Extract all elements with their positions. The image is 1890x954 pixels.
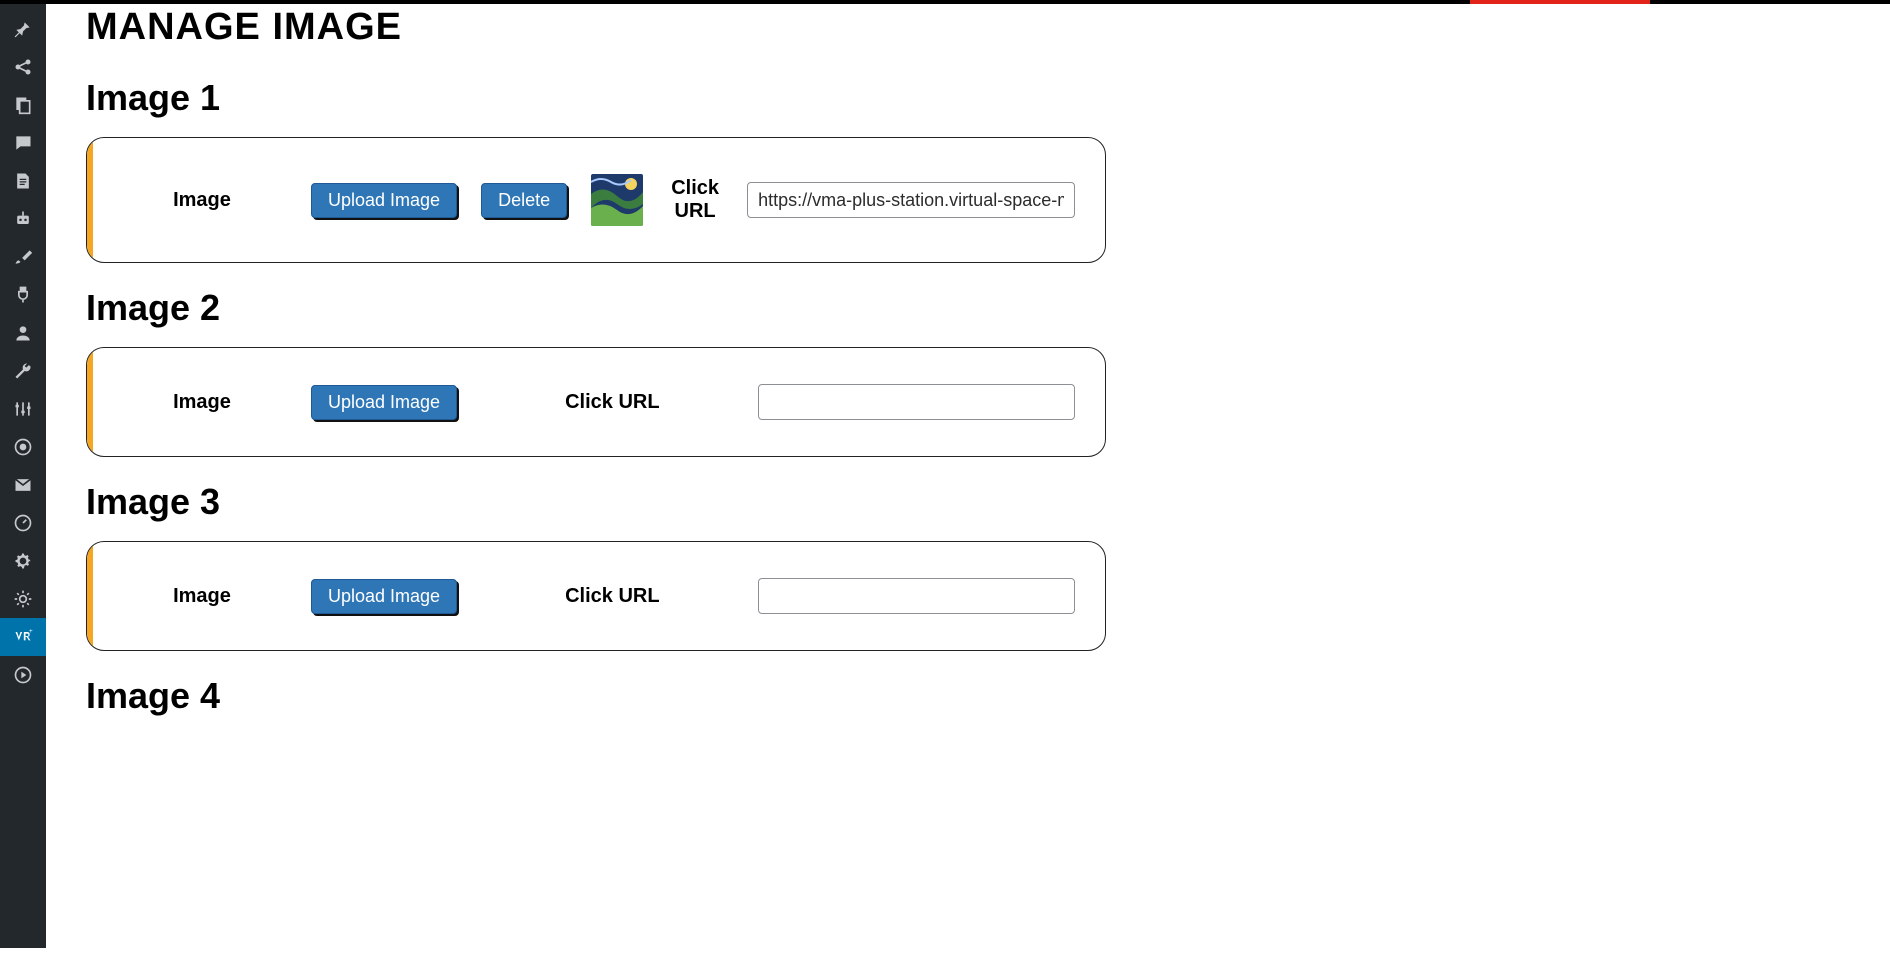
delete-button[interactable]: Delete xyxy=(481,183,567,218)
top-border-accent xyxy=(1470,0,1650,4)
target-icon[interactable] xyxy=(0,428,46,466)
brush-icon[interactable] xyxy=(0,238,46,276)
document-icon[interactable] xyxy=(0,162,46,200)
gear-icon[interactable] xyxy=(0,542,46,580)
plug-icon[interactable] xyxy=(0,276,46,314)
click-url-input[interactable] xyxy=(758,578,1075,614)
click-url-label: Click URL xyxy=(565,585,659,608)
image-label: Image xyxy=(117,585,287,608)
vr-icon[interactable]: + xyxy=(0,618,46,656)
gear2-icon[interactable] xyxy=(0,580,46,618)
upload-image-button[interactable]: Upload Image xyxy=(311,579,457,614)
main-content: MANAGE IMAGE Image 1 Image Upload Image … xyxy=(46,6,1146,795)
image-label: Image xyxy=(117,189,287,212)
image-card-1: Image Upload Image Delete Click URL xyxy=(86,137,1106,263)
click-url-input[interactable] xyxy=(758,384,1075,420)
mail-icon[interactable] xyxy=(0,466,46,504)
image-thumbnail[interactable] xyxy=(591,174,643,226)
svg-text:+: + xyxy=(29,628,33,635)
pin-icon[interactable] xyxy=(0,10,46,48)
section-title-3: Image 3 xyxy=(86,481,1106,523)
share-icon[interactable] xyxy=(0,48,46,86)
speech-icon[interactable] xyxy=(0,124,46,162)
sliders-icon[interactable] xyxy=(0,390,46,428)
dashboard-icon[interactable] xyxy=(0,504,46,542)
page-title: MANAGE IMAGE xyxy=(86,6,1106,49)
section-title-2: Image 2 xyxy=(86,287,1106,329)
image-label: Image xyxy=(117,391,287,414)
click-url-label: Click URL xyxy=(667,177,723,223)
click-url-label: Click URL xyxy=(565,391,659,414)
admin-sidebar: + xyxy=(0,0,46,948)
upload-image-button[interactable]: Upload Image xyxy=(311,183,457,218)
image-card-3: Image Upload Image Click URL xyxy=(86,541,1106,651)
robot-icon[interactable] xyxy=(0,200,46,238)
top-border xyxy=(0,0,1890,4)
click-url-input[interactable] xyxy=(747,182,1075,218)
wrench-icon[interactable] xyxy=(0,352,46,390)
image-card-2: Image Upload Image Click URL xyxy=(86,347,1106,457)
user-icon[interactable] xyxy=(0,314,46,352)
section-title-1: Image 1 xyxy=(86,77,1106,119)
section-title-4: Image 4 xyxy=(86,675,1106,717)
upload-image-button[interactable]: Upload Image xyxy=(311,385,457,420)
pages-icon[interactable] xyxy=(0,86,46,124)
play-icon[interactable] xyxy=(0,656,46,694)
